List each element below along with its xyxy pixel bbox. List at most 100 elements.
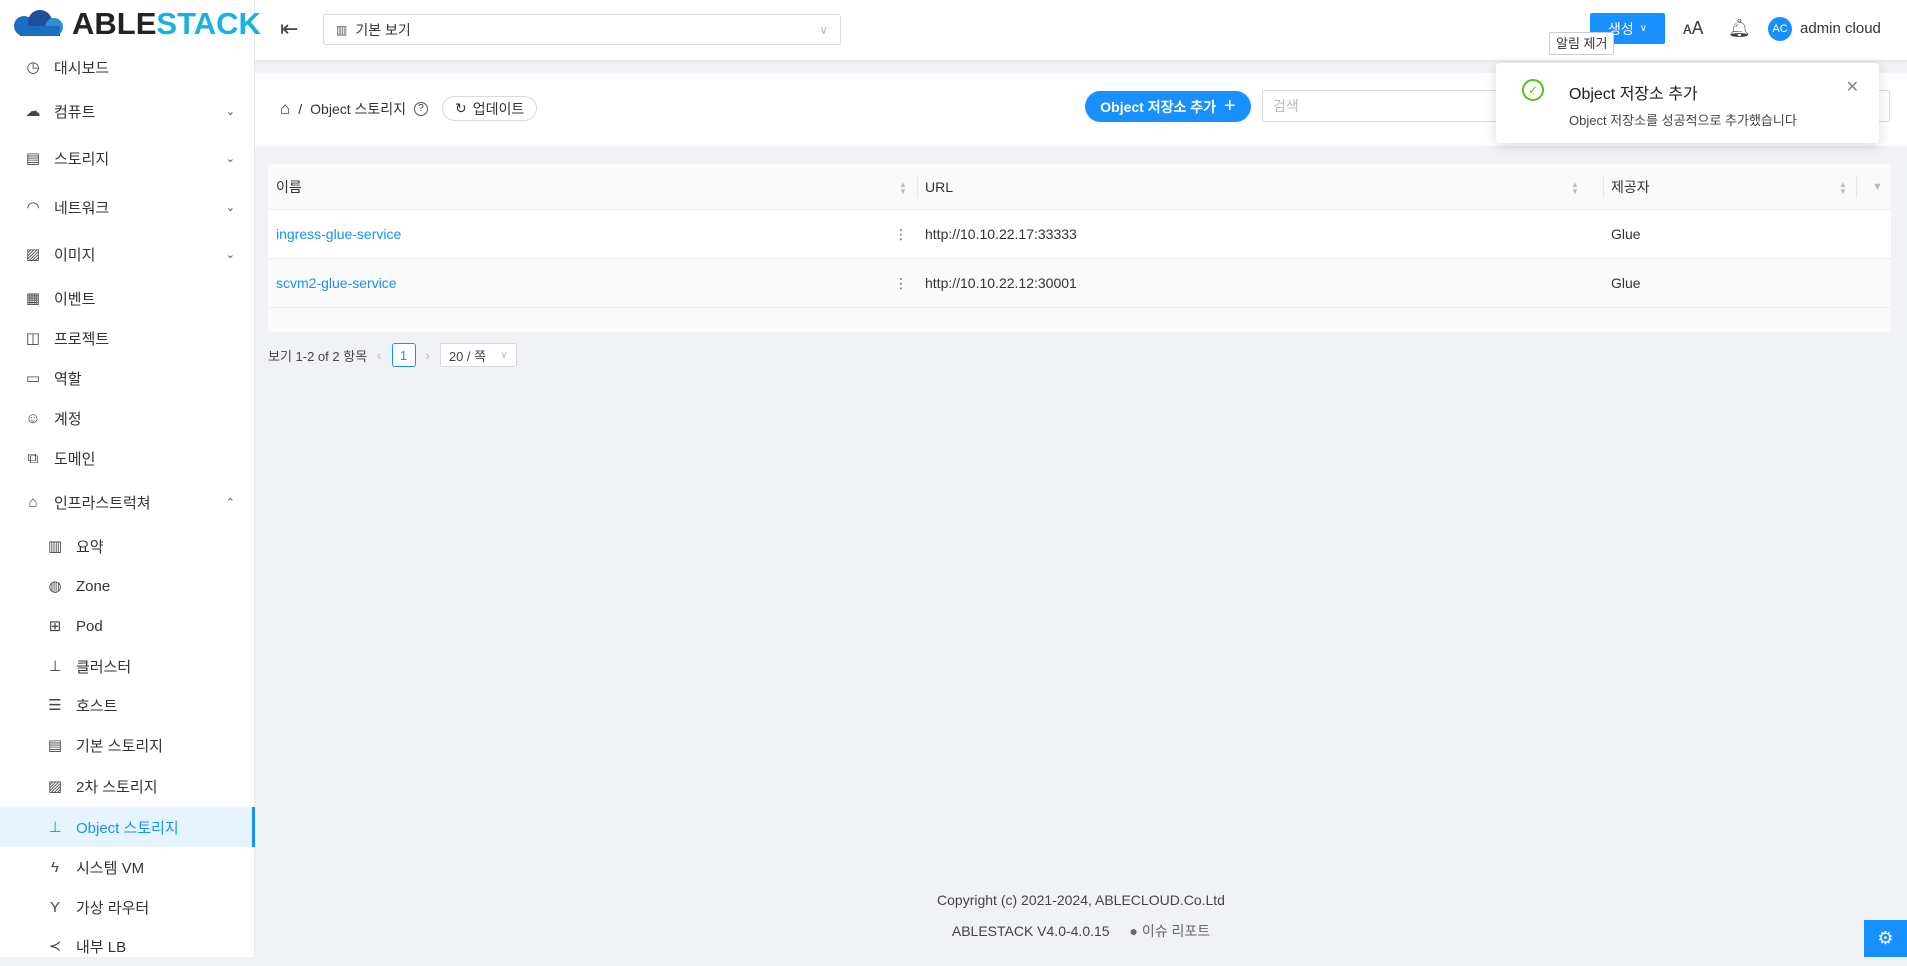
- block-icon: ⧉: [27, 449, 39, 467]
- more-actions-icon[interactable]: ⋮: [894, 210, 908, 258]
- sidebar-item[interactable]: ☺ 계정: [0, 398, 255, 438]
- view-select[interactable]: ▥ 기본 보기 ∨: [323, 14, 841, 45]
- page-size-select[interactable]: 20 / 쪽 ∨: [439, 343, 517, 367]
- settings-button[interactable]: ⚙: [1864, 920, 1907, 957]
- picture-icon: ▨: [25, 246, 41, 263]
- wifi-icon: ◠: [26, 199, 40, 216]
- thunderbolt-icon: ϟ: [51, 858, 59, 876]
- column-header-url[interactable]: URL: [925, 164, 953, 209]
- sidebar-item-label: 컴퓨트: [54, 103, 96, 121]
- sidebar-item[interactable]: ◍ Zone: [0, 566, 255, 606]
- view-select-value: 기본 보기: [355, 21, 411, 38]
- provider-cell: Glue: [1611, 275, 1641, 291]
- column-header-name[interactable]: 이름: [276, 164, 302, 209]
- sort-icon[interactable]: ▲ ▼: [1571, 181, 1579, 196]
- sidebar-item[interactable]: ϟ 시스템 VM: [0, 847, 255, 887]
- next-page-icon[interactable]: ›: [426, 348, 430, 363]
- sidebar-item-label: 기본 스토리지: [76, 737, 163, 755]
- read-icon: ▥: [47, 538, 63, 555]
- sidebar-item[interactable]: ◠ 네트워크 ⌄: [0, 187, 255, 227]
- gear-icon: ⚙: [1877, 928, 1894, 948]
- issue-report-link[interactable]: ● 이슈 리포트: [1129, 923, 1210, 939]
- storage-name-link[interactable]: scvm2-glue-service: [276, 275, 397, 291]
- column-header-provider[interactable]: 제공자: [1611, 164, 1650, 209]
- sidebar-item[interactable]: ▤ 스토리지 ⌄: [0, 138, 255, 178]
- sidebar-item-label: 네트워크: [54, 199, 110, 217]
- primary-storage-icon: ▤: [47, 737, 63, 754]
- refresh-label: 업데이트: [472, 100, 525, 117]
- sidebar: ABLESTACK ◷ 대시보드 ☁ 컴퓨트 ⌄ ▤ 스토리지 ⌄ ◠ 네트워크 ⌄ ▨ 이미지 ⌄ ▦ 이벤…: [0, 0, 261, 957]
- fork-icon: Y: [49, 898, 60, 916]
- copyright: Copyright (c) 2021-2024, ABLECLOUD.Co.Lt…: [937, 892, 1225, 908]
- sidebar-item-label: 가상 라우터: [76, 899, 150, 917]
- avatar[interactable]: AC: [1768, 17, 1792, 41]
- project-icon: ◫: [25, 330, 41, 347]
- version: ABLESTACK V4.0-4.0.15: [951, 923, 1110, 939]
- object-storage-icon: ⊥: [48, 819, 62, 836]
- sidebar-item[interactable]: ▤ 기본 스토리지: [0, 725, 255, 765]
- sidebar-item[interactable]: ⊞ Pod: [0, 606, 255, 646]
- menu-fold-icon[interactable]: ⇤: [280, 16, 298, 42]
- sidebar-item-label: Pod: [76, 617, 103, 635]
- sidebar-item[interactable]: ◷ 대시보드: [0, 47, 255, 87]
- sidebar-item[interactable]: ⧉ 도메인: [0, 438, 255, 478]
- sidebar-item[interactable]: ⊥ Object 스토리지: [0, 807, 255, 847]
- page-1[interactable]: 1: [391, 343, 416, 367]
- sidebar-item[interactable]: ☰ 호스트: [0, 685, 255, 725]
- sidebar-item[interactable]: ◫ 프로젝트: [0, 318, 255, 358]
- translate-icon[interactable]: 🗚: [1683, 18, 1703, 39]
- sort-icon[interactable]: ▲ ▼: [1839, 181, 1847, 196]
- sort-icon[interactable]: ▲ ▼: [899, 181, 907, 196]
- sidebar-item-label: 내부 LB: [76, 938, 127, 956]
- sidebar-item[interactable]: Y 가상 라우터: [0, 887, 255, 927]
- help-icon[interactable]: ?: [414, 101, 429, 116]
- sidebar-item[interactable]: ☁ 컴퓨트 ⌄: [0, 91, 255, 131]
- notification-title: Object 저장소 추가: [1569, 86, 1698, 103]
- sidebar-item[interactable]: ▥ 요약: [0, 526, 255, 566]
- storage-name-link[interactable]: ingress-glue-service: [276, 226, 401, 242]
- url-cell: http://10.10.22.17:33333: [925, 226, 1077, 242]
- ablestack-logo[interactable]: ABLESTACK: [10, 6, 261, 41]
- plus-icon: +: [1224, 95, 1236, 117]
- more-actions-icon[interactable]: ⋮: [894, 259, 908, 307]
- bell-icon[interactable]: 🔔︎: [1728, 18, 1751, 39]
- provider-cell: Glue: [1611, 226, 1641, 242]
- sidebar-item[interactable]: ⊥ 클러스터: [0, 646, 255, 686]
- user-name[interactable]: admin cloud: [1800, 20, 1881, 37]
- table-row: scvm2-glue-service ⋮ http://10.10.22.12:…: [268, 259, 1891, 308]
- sidebar-item[interactable]: ▨ 2차 스토리지: [0, 766, 255, 806]
- cloud-icon: ☁: [25, 103, 41, 120]
- sidebar-item[interactable]: ▦ 이벤트: [0, 278, 255, 318]
- sidebar-item[interactable]: ≺ 내부 LB: [0, 926, 255, 966]
- logo-text-able: ABLE: [72, 6, 157, 41]
- sidebar-item-label: Zone: [76, 577, 111, 595]
- dashboard-icon: ◷: [26, 59, 40, 76]
- sidebar-item[interactable]: ▨ 이미지 ⌄: [0, 234, 255, 274]
- sidebar-item-label: 도메인: [54, 450, 96, 468]
- sidebar-item-label: 이벤트: [54, 290, 96, 308]
- add-object-storage-button[interactable]: Object 저장소 추가 +: [1085, 91, 1251, 122]
- sidebar-item-label: 2차 스토리지: [76, 778, 158, 796]
- close-icon[interactable]: ✕: [1846, 77, 1859, 97]
- home-icon[interactable]: ⌂: [280, 99, 290, 119]
- sidebar-item-label: 클러스터: [76, 658, 132, 676]
- sidebar-item-label: 호스트: [76, 697, 118, 715]
- pagination-summary: 보기 1-2 of 2 항목: [268, 348, 368, 364]
- cluster-icon: ⊥: [48, 658, 62, 675]
- page-size-value: 20 / 쪽: [448, 348, 487, 364]
- sidebar-item-label: 계정: [54, 410, 82, 428]
- database-icon: ▤: [25, 150, 41, 167]
- sidebar-item-label: 이미지: [54, 246, 96, 264]
- refresh-button[interactable]: ↻ 업데이트: [442, 96, 538, 121]
- project-icon: ▥: [336, 22, 348, 37]
- prev-page-icon[interactable]: ‹: [377, 348, 381, 363]
- filter-icon[interactable]: ▼: [1872, 164, 1883, 209]
- sidebar-item[interactable]: ▭ 역할: [0, 358, 255, 398]
- chevron-down-icon: ∨: [500, 349, 508, 361]
- chevron-icon: ⌄: [225, 105, 235, 118]
- breadcrumb: ⌂ / Object 스토리지 ? ↻ 업데이트: [280, 96, 538, 121]
- sidebar-item[interactable]: ⌂ 인프라스트럭쳐 ⌃: [0, 482, 255, 522]
- cloud-logo-icon: [14, 10, 63, 36]
- notification: ✓ Object 저장소 추가 Object 저장소를 성공적으로 추가했습니다…: [1496, 63, 1879, 143]
- sidebar-item-label: 시스템 VM: [76, 859, 145, 877]
